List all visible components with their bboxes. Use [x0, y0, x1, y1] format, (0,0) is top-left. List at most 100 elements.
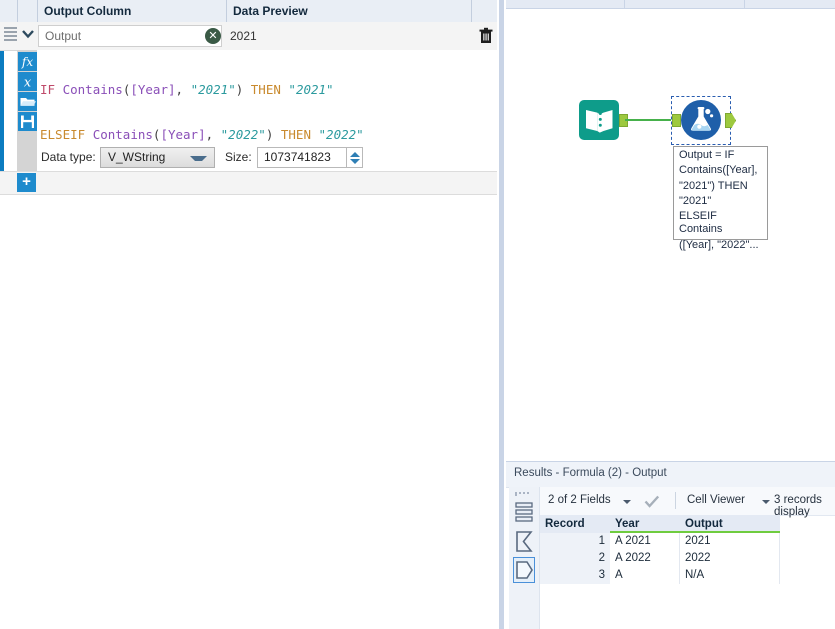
formula-token: THEN	[250, 82, 281, 97]
formula-token: ELSEIF	[40, 127, 86, 142]
formula-token: THEN	[280, 127, 311, 142]
save-formula-button[interactable]	[18, 112, 37, 131]
drag-handle-icon[interactable]	[4, 27, 17, 41]
cell-output: 2021	[680, 533, 780, 550]
metadata-sigma-icon[interactable]	[513, 529, 535, 555]
results-title: Results - Formula (2) - Output	[514, 467, 667, 479]
cell-viewer-label[interactable]: Cell Viewer	[687, 494, 745, 506]
trash-icon[interactable]	[478, 27, 494, 44]
data-type-select[interactable]: V_WString	[100, 147, 215, 168]
svg-text:fx: fx	[21, 55, 33, 69]
size-stepper[interactable]	[347, 147, 363, 168]
panel-accent-bar-2	[0, 48, 4, 178]
formula-token: "2021"	[190, 82, 236, 97]
header-sep-1	[17, 0, 18, 22]
open-formula-button[interactable]	[18, 92, 37, 111]
fields-selector-label[interactable]: 2 of 2 Fields	[548, 494, 611, 506]
annotation-line-5: ELSEIF Contains	[679, 210, 723, 236]
annotation-line-2: Contains([Year],	[679, 164, 758, 177]
col-header-record[interactable]: Record	[540, 515, 610, 533]
annotation-line-6: ([Year], "2022"...	[679, 238, 759, 251]
cell-record: 1	[598, 535, 605, 547]
cell-year: A	[610, 567, 680, 584]
formula-token: ,	[175, 82, 191, 97]
formula-token: [Year]	[160, 127, 206, 142]
chevron-down-icon	[190, 156, 207, 161]
stepper-up-icon[interactable]	[350, 152, 360, 157]
stepper-down-icon[interactable]	[350, 159, 360, 164]
table-row[interactable]: 3 A N/A	[540, 567, 780, 584]
header-sep-4	[471, 0, 472, 22]
cell-record: 2	[598, 552, 605, 564]
connection-line[interactable]	[625, 119, 671, 121]
formula-token	[85, 127, 93, 142]
data-type-label: Data type:	[41, 150, 96, 164]
strip-sep-2	[744, 0, 745, 8]
functions-button[interactable]: fx	[18, 52, 37, 71]
formula-token: "2022"	[220, 127, 266, 142]
formula-editor[interactable]: IF Contains([Year], "2021") THEN "2021" …	[37, 50, 497, 187]
size-label: Size:	[225, 150, 252, 164]
results-panel: Results - Formula (2) - Output 2 of 2 Fi…	[506, 461, 835, 629]
config-grid-header: Output Column Data Preview	[0, 0, 497, 23]
add-formula-row	[0, 171, 497, 195]
formula-token: Contains	[62, 82, 123, 97]
formula-token: Contains	[92, 127, 153, 142]
data-type-row: Data type: V_WString Size: 1073741823	[37, 142, 497, 172]
cell-output: 2022	[680, 550, 780, 567]
chevron-down-icon[interactable]	[20, 27, 36, 41]
data-preview-value: 2021	[230, 29, 257, 43]
app-window: Output Column Data Preview Output ✕ 2021	[0, 0, 835, 629]
tool-annotation: Output = IF Contains([Year], "2021") THE…	[673, 146, 768, 251]
strip-sep-1	[624, 0, 625, 8]
text-input-tool[interactable]	[579, 100, 619, 140]
clear-icon[interactable]: ✕	[205, 28, 221, 44]
results-toolbar: 2 of 2 Fields Cell Viewer 3 records disp…	[540, 487, 835, 518]
results-table[interactable]: Record Year Output 1 A 2021 2021 2 A 202…	[540, 515, 835, 629]
size-value: 1073741823	[264, 150, 331, 164]
formula-tool[interactable]	[681, 100, 721, 140]
formula-token: "2021"	[288, 82, 334, 97]
formula-line-2: ELSEIF Contains([Year], "2022") THEN "20…	[40, 127, 364, 142]
svg-text:x: x	[24, 76, 32, 91]
output-column-value: Output	[45, 29, 82, 43]
cell-output: N/A	[680, 567, 780, 584]
results-table-header: Record Year Output	[540, 515, 780, 533]
table-row[interactable]: 1 A 2021 2021	[540, 533, 780, 550]
annotation-line-3: "2021") THEN	[679, 179, 748, 192]
fields-chevron-down-icon[interactable]	[623, 500, 631, 504]
table-row[interactable]: 2 A 2022 2022	[540, 550, 780, 567]
messages-list-icon[interactable]	[513, 499, 535, 525]
results-title-bar[interactable]: Results - Formula (2) - Output	[506, 461, 835, 488]
variables-button[interactable]: x	[18, 72, 37, 91]
formula-token: "2022"	[318, 127, 364, 142]
formula-token	[55, 82, 63, 97]
size-input[interactable]: 1073741823	[257, 147, 347, 168]
formula-tool-output-port[interactable]	[725, 113, 736, 128]
canvas-top-strip	[506, 0, 835, 9]
formula-token: IF	[40, 82, 56, 97]
output-column-input[interactable]: Output	[38, 25, 222, 47]
cell-record: 3	[598, 569, 605, 581]
annotation-line-4: "2021"	[679, 194, 712, 207]
formula-token: [Year]	[130, 82, 176, 97]
column-header-output-column[interactable]: Output Column	[37, 0, 226, 22]
toolbar-divider	[675, 492, 676, 509]
checkmark-icon[interactable]	[644, 495, 660, 508]
formula-token: ,	[205, 127, 221, 142]
workflow-canvas[interactable]: Output = IF Contains([Year], "2021") THE…	[506, 0, 835, 461]
rail-drag-handle-icon[interactable]	[515, 492, 532, 496]
formula-token	[243, 82, 251, 97]
panel-splitter[interactable]	[497, 0, 506, 629]
column-header-data-preview[interactable]: Data Preview	[226, 0, 471, 22]
formula-token	[273, 127, 281, 142]
annotation-line-1: Output = IF	[679, 149, 735, 161]
formula-line-1: IF Contains([Year], "2021") THEN "2021"	[40, 82, 364, 97]
add-formula-button[interactable]: +	[17, 173, 36, 192]
splitter-bar	[499, 0, 504, 629]
data-output-icon[interactable]	[513, 557, 535, 583]
formula-token	[311, 127, 319, 142]
formula-config-panel: Output Column Data Preview Output ✕ 2021	[0, 0, 497, 629]
cell-viewer-chevron-down-icon[interactable]	[762, 500, 770, 504]
cell-year: A 2022	[610, 550, 680, 567]
